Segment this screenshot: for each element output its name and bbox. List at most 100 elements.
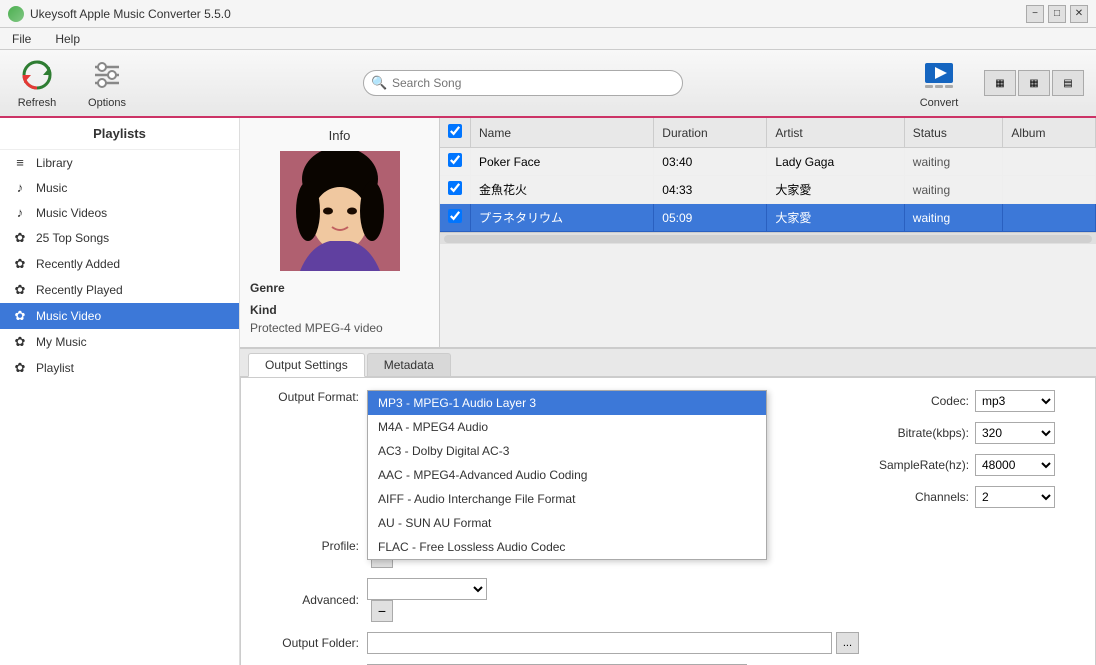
sidebar-item-playlist[interactable]: ✿ Playlist <box>0 355 239 381</box>
close-button[interactable]: ✕ <box>1070 5 1088 23</box>
sidebar-item-library[interactable]: ≡ Library <box>0 150 239 175</box>
col-header-album[interactable]: Album <box>1003 118 1096 148</box>
cell-duration: 04:33 <box>654 176 767 204</box>
cell-status: waiting <box>904 148 1003 176</box>
format-option-aac[interactable]: AAC - MPEG4-Advanced Audio Coding <box>368 463 766 487</box>
format-option-flac[interactable]: FLAC - Free Lossless Audio Codec <box>368 535 766 559</box>
search-icon: 🔍 <box>371 75 387 91</box>
sidebar-item-recently-played[interactable]: ✿ Recently Played <box>0 277 239 303</box>
music-icon: ♪ <box>12 180 28 195</box>
sidebar-item-music-videos[interactable]: ♪ Music Videos <box>0 200 239 225</box>
info-title: Info <box>250 128 429 143</box>
sidebar: Playlists ≡ Library ♪ Music ♪ Music Vide… <box>0 118 240 665</box>
recently-added-icon: ✿ <box>12 256 28 272</box>
col-header-status[interactable]: Status <box>904 118 1003 148</box>
refresh-button[interactable]: Refresh <box>12 57 62 109</box>
sidebar-item-label: Music Video <box>36 309 101 323</box>
sidebar-item-label: Recently Played <box>36 283 123 297</box>
bitrate-select[interactable]: 128192256320 <box>975 422 1055 444</box>
table-row[interactable]: プラネタリウム05:09大家愛waiting <box>440 204 1096 232</box>
sidebar-item-label: Music <box>36 181 67 195</box>
samplerate-select[interactable]: 4410048000 <box>975 454 1055 476</box>
codec-label: Codec: <box>879 394 969 408</box>
settings-tabs: Output Settings Metadata <box>240 349 1096 377</box>
convert-label: Convert <box>920 97 959 109</box>
channels-label: Channels: <box>879 490 969 504</box>
cell-duration: 05:09 <box>654 204 767 232</box>
format-option-m4a[interactable]: M4A - MPEG4 Audio <box>368 415 766 439</box>
output-folder-control: ... <box>367 632 859 654</box>
format-dropdown[interactable]: MP3 - MPEG-1 Audio Layer 3M4A - MPEG4 Au… <box>367 390 767 560</box>
channels-select[interactable]: 12 <box>975 486 1055 508</box>
table-horizontal-scrollbar[interactable] <box>440 232 1096 244</box>
cell-artist: 大家愛 <box>767 176 904 204</box>
sidebar-item-music-video[interactable]: ✿ Music Video <box>0 303 239 329</box>
sidebar-item-label: Recently Added <box>36 257 120 271</box>
thumbnail-image <box>280 151 400 271</box>
sidebar-item-my-music[interactable]: ✿ My Music <box>0 329 239 355</box>
convert-icon <box>921 57 957 93</box>
info-genre-label: Genre <box>250 281 429 295</box>
row-checkbox[interactable] <box>448 181 462 195</box>
col-header-name[interactable]: Name <box>471 118 654 148</box>
sidebar-item-label: Library <box>36 156 73 170</box>
output-format-row: Output Format: MP3 - MPEG-1 Audio Layer … <box>257 390 859 404</box>
output-folder-row: Output Folder: ... <box>257 632 859 654</box>
channels-row: Channels: 12 <box>879 486 1079 508</box>
format-option-ac3[interactable]: AC3 - Dolby Digital AC-3 <box>368 439 766 463</box>
window-title: Ukeysoft Apple Music Converter 5.5.0 <box>30 7 231 21</box>
info-panel: Info <box>240 118 440 347</box>
main-content: Playlists ≡ Library ♪ Music ♪ Music Vide… <box>0 118 1096 665</box>
row-checkbox[interactable] <box>448 209 462 223</box>
tab-metadata[interactable]: Metadata <box>367 353 451 376</box>
song-table-container[interactable]: Name Duration Artist Status Album Poker … <box>440 118 1096 347</box>
info-kind-value: Protected MPEG-4 video <box>250 321 429 335</box>
sidebar-item-recently-added[interactable]: ✿ Recently Added <box>0 251 239 277</box>
col-header-artist[interactable]: Artist <box>767 118 904 148</box>
output-format-label: Output Format: <box>257 390 367 404</box>
format-option-aiff[interactable]: AIFF - Audio Interchange File Format <box>368 487 766 511</box>
library-icon: ≡ <box>12 155 28 170</box>
tab-output-settings[interactable]: Output Settings <box>248 353 365 377</box>
cell-artist: Lady Gaga <box>767 148 904 176</box>
cell-status: waiting <box>904 204 1003 232</box>
cell-duration: 03:40 <box>654 148 767 176</box>
sidebar-item-music[interactable]: ♪ Music <box>0 175 239 200</box>
cell-status: waiting <box>904 176 1003 204</box>
view-btn-2[interactable]: ▦ <box>1018 70 1050 96</box>
samplerate-row: SampleRate(hz): 4410048000 <box>879 454 1079 476</box>
table-row[interactable]: 金魚花火04:33大家愛waiting <box>440 176 1096 204</box>
table-row[interactable]: Poker Face03:40Lady Gagawaiting <box>440 148 1096 176</box>
title-bar-controls: − □ ✕ <box>1026 5 1088 23</box>
output-folder-input[interactable] <box>367 632 832 654</box>
sidebar-header: Playlists <box>0 118 239 150</box>
advanced-minus-button[interactable]: − <box>371 600 393 622</box>
format-option-mp3[interactable]: MP3 - MPEG-1 Audio Layer 3 <box>368 391 766 415</box>
advanced-select[interactable] <box>367 578 487 600</box>
music-video-icon: ✿ <box>12 308 28 324</box>
search-input[interactable] <box>363 70 683 96</box>
maximize-button[interactable]: □ <box>1048 5 1066 23</box>
my-music-icon: ✿ <box>12 334 28 350</box>
cell-name: Poker Face <box>471 148 654 176</box>
col-header-duration[interactable]: Duration <box>654 118 767 148</box>
browse-button[interactable]: ... <box>836 632 859 654</box>
output-folder-label: Output Folder: <box>257 636 367 650</box>
codec-select[interactable]: mp3 <box>975 390 1055 412</box>
recently-played-icon: ✿ <box>12 282 28 298</box>
title-bar: Ukeysoft Apple Music Converter 5.5.0 − □… <box>0 0 1096 28</box>
menu-file[interactable]: File <box>8 31 35 47</box>
sidebar-item-25-top-songs[interactable]: ✿ 25 Top Songs <box>0 225 239 251</box>
view-btn-1[interactable]: ▦ <box>984 70 1016 96</box>
menu-help[interactable]: Help <box>51 31 84 47</box>
info-kind-label: Kind <box>250 303 429 317</box>
options-button[interactable]: Options <box>82 57 132 109</box>
convert-button[interactable]: Convert <box>914 57 964 109</box>
format-option-au[interactable]: AU - SUN AU Format <box>368 511 766 535</box>
view-btn-3[interactable]: ▤ <box>1052 70 1084 96</box>
col-header-check[interactable] <box>440 118 471 148</box>
select-all-checkbox[interactable] <box>448 124 462 138</box>
minimize-button[interactable]: − <box>1026 5 1044 23</box>
row-checkbox[interactable] <box>448 153 462 167</box>
toolbar: Refresh Options 🔍 <box>0 50 1096 118</box>
